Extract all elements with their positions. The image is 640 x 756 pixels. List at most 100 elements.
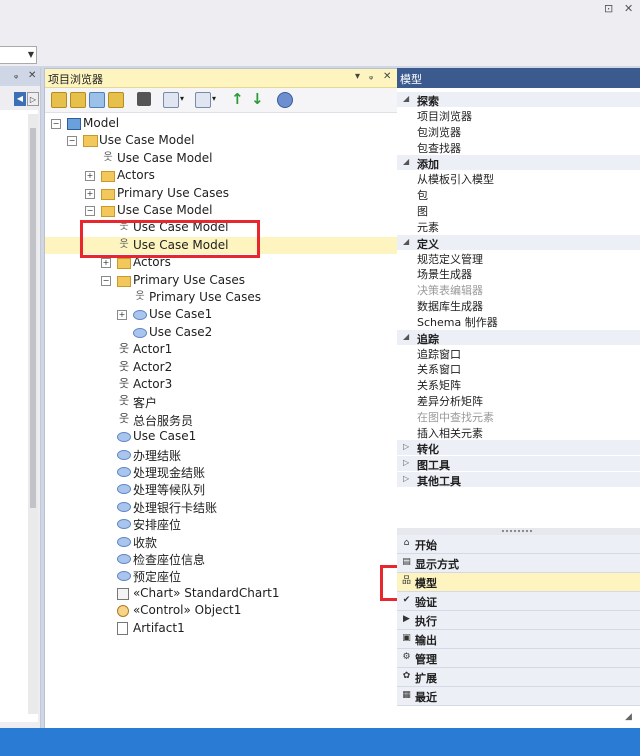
model-panel-item[interactable]: 追踪窗口: [417, 346, 461, 362]
tree-item[interactable]: 웃 Use Case Model: [45, 150, 397, 167]
new-element-icon[interactable]: [108, 92, 124, 108]
tree-item[interactable]: + Actors: [45, 167, 397, 184]
chevron-down-icon[interactable]: ▼: [28, 50, 34, 59]
model-panel-item[interactable]: 包查找器: [417, 140, 461, 156]
nav-extend[interactable]: ✿ 扩展: [397, 668, 640, 687]
collapse-icon[interactable]: −: [101, 275, 111, 286]
nav-validate[interactable]: ✔ 验证: [397, 592, 640, 611]
nav-manage[interactable]: ⚙ 管理: [397, 649, 640, 668]
model-panel-item[interactable]: 差异分析矩阵: [417, 393, 483, 409]
tree-item[interactable]: − Use Case Model: [45, 132, 397, 149]
nav-model[interactable]: 品模型: [397, 573, 640, 592]
model-panel-item[interactable]: 项目浏览器: [417, 108, 472, 124]
pin-icon[interactable]: ᵩ: [14, 70, 18, 81]
nav-execute[interactable]: ▶ 执行: [397, 611, 640, 630]
tree-item[interactable]: 웃 Primary Use Cases: [45, 289, 397, 306]
help-icon[interactable]: [277, 92, 293, 108]
edit-icon[interactable]: [163, 92, 179, 108]
nav-recent[interactable]: ▦ 最近: [397, 687, 640, 706]
find-icon[interactable]: [137, 92, 151, 106]
model-panel-item[interactable]: Schema 制作器: [417, 314, 498, 330]
model-panel-item[interactable]: 关系窗口: [417, 361, 461, 377]
close-icon[interactable]: ✕: [28, 70, 36, 81]
nav-output[interactable]: ▣ 输出: [397, 630, 640, 649]
collapse-icon[interactable]: −: [85, 206, 95, 216]
expand-arrow-icon[interactable]: ▷: [403, 458, 409, 467]
model-panel-item[interactable]: 从模板引入模型: [417, 171, 494, 187]
collapse-icon[interactable]: −: [51, 119, 61, 129]
tree-item[interactable]: 웃 总台服务员: [45, 411, 397, 428]
collapse-arrow-icon[interactable]: ◢: [403, 237, 409, 246]
section-header[interactable]: ◢ 添加: [397, 155, 640, 171]
model-panel-item[interactable]: 包浏览器: [417, 124, 461, 140]
model-panel-item[interactable]: 场景生成器: [417, 266, 472, 282]
nav-display[interactable]: ▤ 显示方式: [397, 554, 640, 573]
model-panel-item[interactable]: 包: [417, 187, 428, 203]
collapse-arrow-icon[interactable]: ◢: [403, 157, 409, 166]
tree-item[interactable]: 处理等候队列: [45, 480, 397, 497]
show-icon[interactable]: [195, 92, 211, 108]
tree-item[interactable]: − Primary Use Cases: [45, 272, 397, 289]
tree-item[interactable]: 웃 Actor2: [45, 359, 397, 376]
close-icon[interactable]: ✕: [383, 71, 391, 82]
tree-item[interactable]: Use Case2: [45, 324, 397, 341]
tree-item[interactable]: − Use Case Model: [45, 202, 397, 219]
model-panel-item[interactable]: 插入相关元素: [417, 425, 483, 441]
tree-item[interactable]: − Model: [45, 115, 397, 132]
tree-item[interactable]: 预定座位: [45, 567, 397, 584]
tree-item[interactable]: «Chart» StandardChart1: [45, 585, 397, 602]
tree-item[interactable]: 安排座位: [45, 515, 397, 532]
previous-icon[interactable]: ◀: [14, 92, 26, 106]
tree-item[interactable]: 检查座位信息: [45, 550, 397, 567]
new-model-icon[interactable]: [89, 92, 105, 108]
section-header[interactable]: ◢ 定义: [397, 234, 640, 251]
section-header[interactable]: ◢ 追踪: [397, 329, 640, 346]
model-panel-item[interactable]: 图: [417, 203, 428, 219]
collapse-arrow-icon[interactable]: ◢: [403, 94, 409, 103]
new-package-icon[interactable]: [51, 92, 67, 108]
model-panel-item[interactable]: 元素: [417, 219, 439, 235]
section-header[interactable]: ▷ 转化: [397, 440, 640, 456]
expand-icon[interactable]: +: [101, 258, 111, 269]
section-header[interactable]: ▷ 图工具: [397, 456, 640, 472]
section-header[interactable]: ◢ 探索: [397, 92, 640, 108]
model-panel-item[interactable]: 关系矩阵: [417, 377, 461, 393]
close-window-button[interactable]: ✕: [624, 2, 633, 15]
expand-icon[interactable]: +: [85, 188, 95, 199]
pin-icon[interactable]: ᵩ: [369, 71, 373, 82]
expand-arrow-icon[interactable]: ▷: [403, 474, 409, 483]
move-up-icon[interactable]: ↑: [231, 90, 244, 108]
left-panel-scroll-thumb[interactable]: [30, 128, 36, 508]
model-panel-item[interactable]: 规范定义管理: [417, 251, 483, 267]
tree-item[interactable]: 收款: [45, 533, 397, 550]
move-down-icon[interactable]: ↓: [251, 90, 264, 108]
tree-item[interactable]: 处理现金结账: [45, 463, 397, 480]
expand-icon[interactable]: +: [117, 310, 127, 321]
tree-item[interactable]: Use Case1: [45, 428, 397, 445]
tree-item[interactable]: 웃 客户: [45, 393, 397, 411]
tree-item[interactable]: 웃 Actor3: [45, 376, 397, 393]
collapse-icon[interactable]: −: [67, 136, 77, 147]
toolbar-combo-box[interactable]: ▼: [0, 46, 37, 64]
next-icon[interactable]: ▷: [27, 92, 39, 106]
chevron-down-icon[interactable]: ▾: [180, 94, 184, 103]
section-header[interactable]: ▷ 其他工具: [397, 472, 640, 488]
panel-menu-icon[interactable]: ▾: [355, 71, 360, 82]
restore-window-button[interactable]: ⊡: [604, 2, 613, 15]
tree-item[interactable]: Artifact1: [45, 620, 397, 637]
tree-item[interactable]: 웃 Actor1: [45, 341, 397, 358]
nav-start[interactable]: ⌂ 开始: [397, 535, 640, 554]
tree-item[interactable]: 办理结账: [45, 446, 397, 463]
model-panel-item[interactable]: 数据库生成器: [417, 298, 483, 314]
tree-item[interactable]: «Control» Object1: [45, 602, 397, 619]
tree-item[interactable]: 处理银行卡结账: [45, 498, 397, 515]
new-view-icon[interactable]: [70, 92, 86, 108]
collapse-arrow-icon[interactable]: ◢: [403, 332, 409, 341]
chevron-down-icon[interactable]: ▾: [212, 94, 216, 103]
tree-item[interactable]: + Use Case1: [45, 306, 397, 323]
expand-arrow-icon[interactable]: ▷: [403, 442, 409, 451]
expand-icon[interactable]: +: [85, 171, 95, 182]
resize-grip-icon[interactable]: ◢: [625, 712, 632, 722]
model-panel-list: ◢ 探索 项目浏览器 包浏览器 包查找器 ◢ 添加 从模板引入模型包图元素 ◢ 定义 规范定义管理场…: [397, 90, 640, 530]
tree-item[interactable]: + Primary Use Cases: [45, 185, 397, 202]
